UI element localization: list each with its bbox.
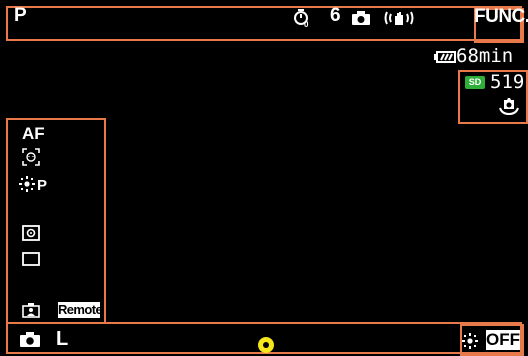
func-label[interactable]: FUNC.	[474, 6, 528, 28]
flash-icon[interactable]	[460, 332, 480, 355]
image-stabilizer-icon[interactable]	[384, 9, 414, 32]
image-quality-label[interactable]: L	[56, 328, 68, 351]
flash-program-icon[interactable]: P	[18, 175, 58, 198]
settings-panel	[6, 118, 106, 324]
battery-icon	[434, 50, 456, 68]
self-timer-count: 6	[330, 5, 341, 26]
shots-remaining: 519	[490, 71, 525, 93]
top-status-bar	[6, 6, 524, 43]
af-mode-label[interactable]: AF	[22, 124, 45, 144]
camera-icon[interactable]	[20, 332, 40, 352]
sd-card-badge: SD	[465, 76, 485, 89]
flash-off-badge[interactable]: OFF	[486, 330, 520, 350]
person-icon[interactable]	[22, 302, 40, 323]
metering-icon[interactable]	[22, 225, 40, 246]
aspect-frame-icon[interactable]	[22, 252, 40, 271]
camera-icon[interactable]	[352, 11, 370, 30]
focus-point-icon	[258, 337, 274, 353]
shooting-mode-label[interactable]: P	[14, 5, 27, 27]
self-timer-icon[interactable]: 0	[292, 8, 312, 33]
svg-text:0: 0	[304, 20, 309, 28]
flash-program-label: P	[37, 177, 47, 193]
dynamic-is-icon	[497, 96, 521, 121]
battery-time-remaining: 68min	[456, 45, 514, 67]
remote-badge[interactable]: Remote	[58, 302, 103, 318]
face-detect-icon[interactable]	[22, 148, 40, 171]
